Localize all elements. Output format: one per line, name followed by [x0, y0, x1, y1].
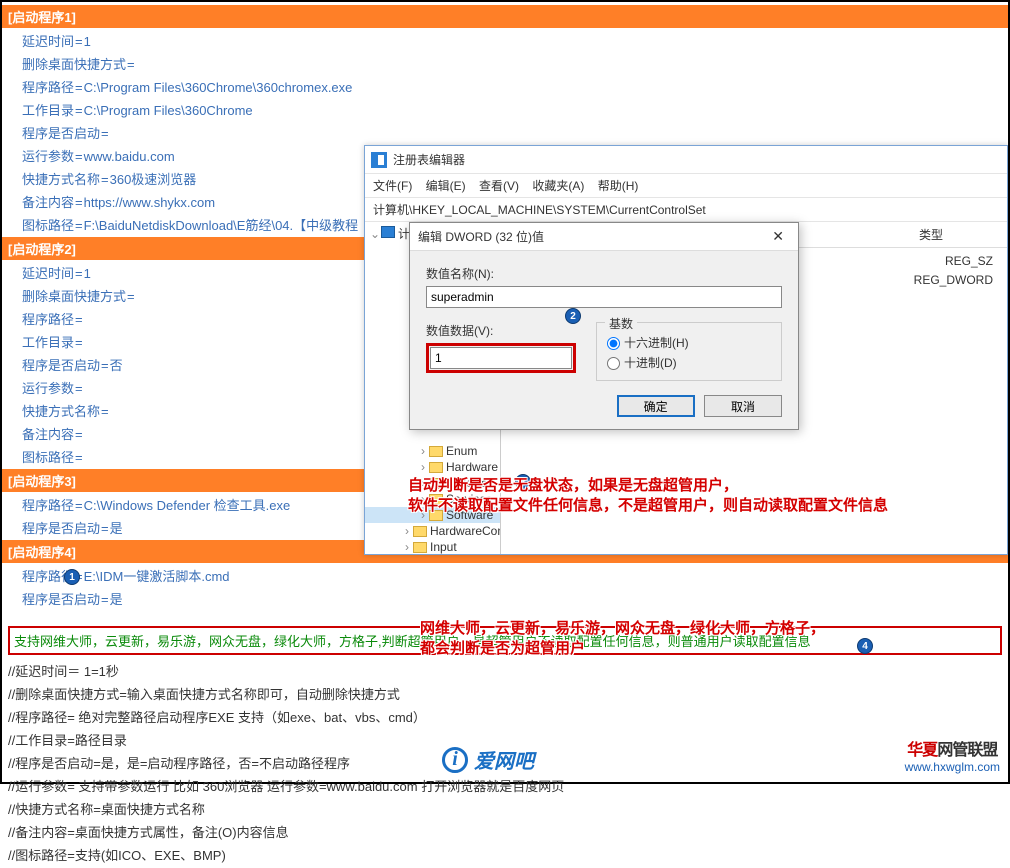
dialog-titlebar[interactable]: 编辑 DWORD (32 位)值 ✕ — [410, 223, 798, 251]
tree-enum[interactable]: ›Enum — [365, 443, 500, 459]
regedit-icon — [371, 152, 387, 168]
badge-4: 4 — [857, 638, 873, 654]
comment-line: //运行参数= 支持带参数运行 比如 360浏览器 运行参数=www.baidu… — [2, 774, 1008, 797]
close-icon[interactable]: ✕ — [766, 228, 790, 245]
name-input[interactable] — [426, 286, 782, 308]
radio-dec[interactable]: 十进制(D) — [607, 356, 677, 370]
data-label: 数值数据(V): — [426, 322, 576, 339]
cancel-button[interactable]: 取消 — [704, 395, 782, 417]
config-row: 删除桌面快捷方式= — [2, 52, 1008, 75]
menu-fav[interactable]: 收藏夹(A) — [532, 179, 584, 193]
menu-edit[interactable]: 编辑(E) — [426, 179, 466, 193]
config-row: 延迟时间=1 — [2, 29, 1008, 52]
logo-aiwangba: i 爱网吧 — [442, 745, 534, 774]
regedit-path[interactable]: 计算机\HKEY_LOCAL_MACHINE\SYSTEM\CurrentCon… — [365, 198, 1007, 222]
name-label: 数值名称(N): — [426, 265, 782, 282]
base-group: 基数 十六进制(H) 十进制(D) — [596, 322, 782, 381]
comment-line: //快捷方式名称=桌面快捷方式名称 — [2, 797, 1008, 820]
tree-hwconfig[interactable]: ›HardwareConfig — [365, 523, 500, 539]
col-type[interactable]: 类型 — [919, 226, 999, 243]
logo-hxwglm: 华夏网管联盟 www.hxwglm.com — [905, 736, 1000, 774]
annotation-4: 网维大师，云更新，易乐游，网众无盘，绿化大师，方格子，都会判断是否为超管用户 — [420, 619, 825, 660]
tree-hwprofiles[interactable]: ›Hardware Profiles — [365, 459, 500, 475]
regedit-title: 注册表编辑器 — [393, 151, 465, 168]
config-row: 程序是否启动=是 — [2, 587, 1008, 610]
base-legend: 基数 — [605, 315, 637, 332]
annotation-3: 自动判断是否是无盘状态，如果是无盘超管用户，软件不读取配置文件任何信息，不是超管… — [408, 476, 888, 517]
section-header-1: [启动程序1] — [2, 5, 1008, 28]
menu-help[interactable]: 帮助(H) — [598, 179, 639, 193]
comment-line: //删除桌面快捷方式=输入桌面快捷方式名称即可，自动删除快捷方式 — [2, 682, 1008, 705]
comment-line: //备注内容=桌面快捷方式属性，备注(O)内容信息 — [2, 820, 1008, 843]
comment-line: //延迟时间＝ 1=1秒 — [2, 659, 1008, 682]
logo-i-icon: i — [442, 747, 468, 773]
dialog-title: 编辑 DWORD (32 位)值 — [418, 228, 544, 245]
radio-hex[interactable]: 十六进制(H) — [607, 336, 689, 350]
config-row: 工作目录=C:\Program Files\360Chrome — [2, 98, 1008, 121]
data-input[interactable] — [430, 347, 572, 369]
config-row: 程序路径=E:\IDM一键激活脚本.cmd — [2, 564, 1008, 587]
config-row: 程序是否启动= — [2, 121, 1008, 144]
regedit-menubar: 文件(F) 编辑(E) 查看(V) 收藏夹(A) 帮助(H) — [365, 174, 1007, 198]
config-row: 程序路径=C:\Program Files\360Chrome\360chrom… — [2, 75, 1008, 98]
tree-input[interactable]: ›Input — [365, 539, 500, 554]
comment-line: //图标路径=支持(如ICO、EXE、BMP) — [2, 843, 1008, 866]
badge-2: 2 — [565, 308, 581, 324]
badge-1: 1 — [64, 569, 80, 585]
edit-dword-dialog: 编辑 DWORD (32 位)值 ✕ 数值名称(N): 数值数据(V): 基数 … — [409, 222, 799, 430]
value-highlight-box — [426, 343, 576, 373]
menu-file[interactable]: 文件(F) — [373, 179, 412, 193]
menu-view[interactable]: 查看(V) — [479, 179, 519, 193]
comment-line: //程序路径= 绝对完整路径启动程序EXE 支持（如exe、bat、vbs、cm… — [2, 705, 1008, 728]
ok-button[interactable]: 确定 — [617, 395, 695, 417]
regedit-titlebar[interactable]: 注册表编辑器 — [365, 146, 1007, 174]
